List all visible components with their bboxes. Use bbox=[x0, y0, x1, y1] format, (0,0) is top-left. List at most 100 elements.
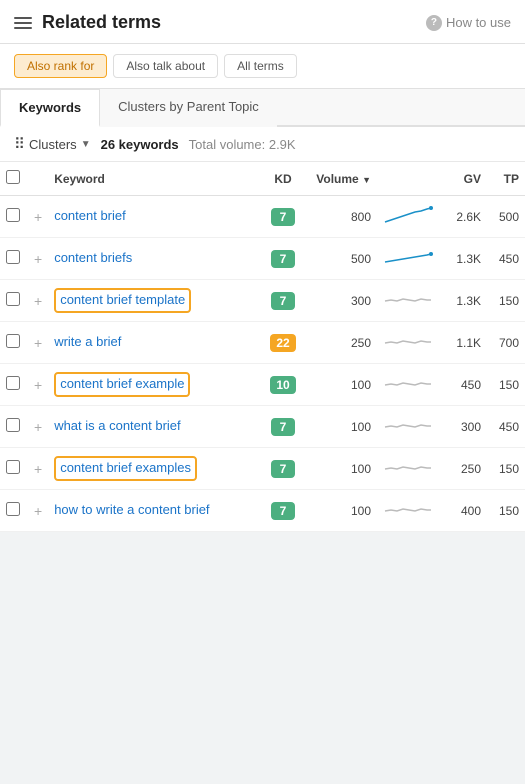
clusters-button[interactable]: ⠿ Clusters ▼ bbox=[14, 135, 91, 153]
tp-cell: 150 bbox=[487, 364, 525, 406]
add-keyword-cell[interactable]: + bbox=[28, 322, 48, 364]
volume-cell: 800 bbox=[305, 196, 377, 238]
trend-cell bbox=[377, 196, 439, 238]
keyword-cell: write a brief bbox=[48, 322, 261, 364]
tp-cell: 450 bbox=[487, 238, 525, 280]
row-checkbox[interactable] bbox=[6, 460, 20, 474]
col-header-trend bbox=[377, 162, 439, 196]
add-keyword-cell[interactable]: + bbox=[28, 196, 48, 238]
tp-cell: 150 bbox=[487, 490, 525, 532]
gv-cell: 1.1K bbox=[439, 322, 487, 364]
row-checkbox-cell bbox=[0, 238, 28, 280]
page-title: Related terms bbox=[42, 12, 416, 33]
table-row: + content brief examples 7 100 250 150 bbox=[0, 448, 525, 490]
header: Related terms ? How to use bbox=[0, 0, 525, 44]
keyword-cell: what is a content brief bbox=[48, 406, 261, 448]
table-row: + content brief 7 800 2.6K 500 bbox=[0, 196, 525, 238]
clusters-icon: ⠿ bbox=[14, 135, 25, 153]
clusters-by-parent-tab[interactable]: Clusters by Parent Topic bbox=[100, 89, 277, 127]
kd-cell: 7 bbox=[261, 490, 305, 532]
row-checkbox[interactable] bbox=[6, 418, 20, 432]
kd-cell: 10 bbox=[261, 364, 305, 406]
add-keyword-cell[interactable]: + bbox=[28, 280, 48, 322]
tp-cell: 700 bbox=[487, 322, 525, 364]
select-all-checkbox[interactable] bbox=[6, 170, 20, 184]
also-talk-about-tab[interactable]: Also talk about bbox=[113, 54, 218, 78]
trend-cell bbox=[377, 364, 439, 406]
row-checkbox[interactable] bbox=[6, 502, 20, 516]
table-row: + write a brief 22 250 1.1K 700 bbox=[0, 322, 525, 364]
highlighted-keyword[interactable]: content brief examples bbox=[54, 456, 197, 480]
row-checkbox-cell bbox=[0, 364, 28, 406]
row-checkbox[interactable] bbox=[6, 376, 20, 390]
gv-cell: 250 bbox=[439, 448, 487, 490]
add-keyword-cell[interactable]: + bbox=[28, 490, 48, 532]
keyword-link[interactable]: content briefs bbox=[54, 250, 132, 265]
keywords-table: Keyword KD Volume ▼ GV TP + content brie… bbox=[0, 162, 525, 532]
kd-cell: 7 bbox=[261, 196, 305, 238]
keyword-cell: content brief examples bbox=[48, 448, 261, 490]
kd-badge: 10 bbox=[270, 376, 295, 394]
filter-tabs: Also rank for Also talk about All terms bbox=[0, 44, 525, 89]
col-header-volume[interactable]: Volume ▼ bbox=[305, 162, 377, 196]
trend-cell bbox=[377, 406, 439, 448]
keyword-link[interactable]: what is a content brief bbox=[54, 418, 180, 433]
row-checkbox-cell bbox=[0, 490, 28, 532]
row-checkbox-cell bbox=[0, 448, 28, 490]
gv-cell: 300 bbox=[439, 406, 487, 448]
gv-cell: 400 bbox=[439, 490, 487, 532]
trend-cell bbox=[377, 280, 439, 322]
volume-cell: 100 bbox=[305, 490, 377, 532]
total-volume: Total volume: 2.9K bbox=[189, 137, 296, 152]
all-terms-tab[interactable]: All terms bbox=[224, 54, 297, 78]
gv-cell: 1.3K bbox=[439, 280, 487, 322]
kd-badge: 7 bbox=[271, 292, 295, 310]
also-rank-for-tab[interactable]: Also rank for bbox=[14, 54, 107, 78]
kd-cell: 7 bbox=[261, 238, 305, 280]
hamburger-icon[interactable] bbox=[14, 17, 32, 29]
add-keyword-cell[interactable]: + bbox=[28, 448, 48, 490]
how-to-use-label: How to use bbox=[446, 15, 511, 30]
keyword-link[interactable]: content brief bbox=[54, 208, 126, 223]
table-row: + what is a content brief 7 100 300 450 bbox=[0, 406, 525, 448]
volume-cell: 300 bbox=[305, 280, 377, 322]
add-keyword-cell[interactable]: + bbox=[28, 238, 48, 280]
col-header-plus bbox=[28, 162, 48, 196]
row-checkbox[interactable] bbox=[6, 208, 20, 222]
tp-cell: 150 bbox=[487, 448, 525, 490]
row-checkbox[interactable] bbox=[6, 292, 20, 306]
keyword-link[interactable]: how to write a content brief bbox=[54, 502, 209, 517]
kd-badge: 7 bbox=[271, 250, 295, 268]
col-header-gv: GV bbox=[439, 162, 487, 196]
kd-badge: 7 bbox=[271, 460, 295, 478]
volume-cell: 500 bbox=[305, 238, 377, 280]
sort-icon: ▼ bbox=[362, 175, 371, 185]
keywords-tab[interactable]: Keywords bbox=[0, 89, 100, 127]
col-header-tp: TP bbox=[487, 162, 525, 196]
col-header-kd: KD bbox=[261, 162, 305, 196]
row-checkbox-cell bbox=[0, 322, 28, 364]
trend-cell bbox=[377, 322, 439, 364]
kd-badge: 22 bbox=[270, 334, 295, 352]
keyword-cell: content brief bbox=[48, 196, 261, 238]
row-checkbox[interactable] bbox=[6, 334, 20, 348]
add-keyword-cell[interactable]: + bbox=[28, 364, 48, 406]
toolbar: ⠿ Clusters ▼ 26 keywords Total volume: 2… bbox=[0, 127, 525, 162]
highlighted-keyword[interactable]: content brief template bbox=[54, 288, 191, 312]
highlighted-keyword[interactable]: content brief example bbox=[54, 372, 190, 396]
row-checkbox[interactable] bbox=[6, 250, 20, 264]
kd-cell: 7 bbox=[261, 448, 305, 490]
trend-cell bbox=[377, 490, 439, 532]
how-to-use-button[interactable]: ? How to use bbox=[426, 15, 511, 31]
keyword-cell: content brief template bbox=[48, 280, 261, 322]
row-checkbox-cell bbox=[0, 280, 28, 322]
row-checkbox-cell bbox=[0, 196, 28, 238]
keyword-link[interactable]: write a brief bbox=[54, 334, 121, 349]
kd-badge: 7 bbox=[271, 208, 295, 226]
tp-cell: 150 bbox=[487, 280, 525, 322]
add-keyword-cell[interactable]: + bbox=[28, 406, 48, 448]
section-tabs: Keywords Clusters by Parent Topic bbox=[0, 89, 525, 127]
col-header-keyword: Keyword bbox=[48, 162, 261, 196]
col-header-check bbox=[0, 162, 28, 196]
gv-cell: 2.6K bbox=[439, 196, 487, 238]
